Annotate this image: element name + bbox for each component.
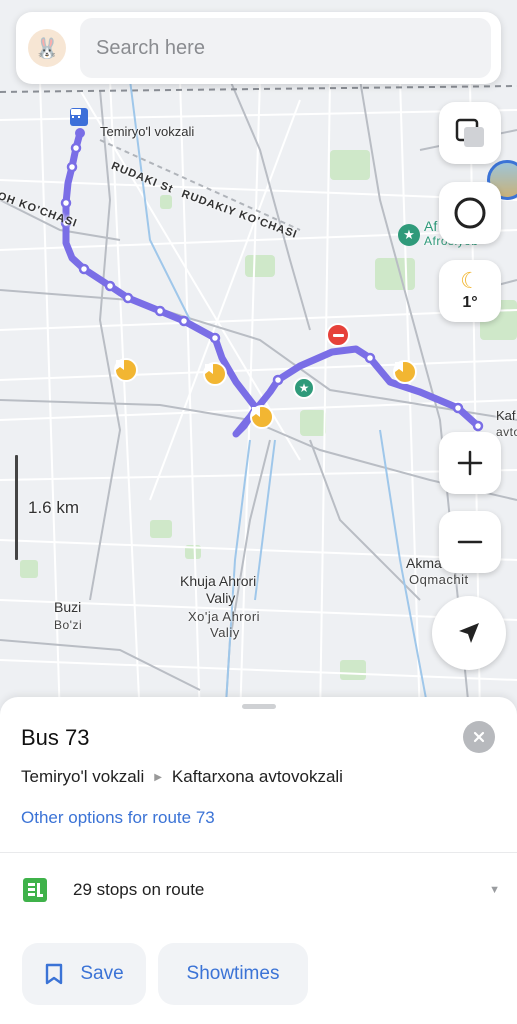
layers-icon xyxy=(455,118,484,147)
minus-icon xyxy=(457,540,483,544)
bookmark-pin-icon[interactable] xyxy=(114,358,138,382)
bookmark-icon xyxy=(46,963,63,985)
scale-bar xyxy=(15,455,18,560)
close-icon xyxy=(473,731,485,743)
map-label-xoja-2: Valiy xyxy=(210,625,240,640)
navigation-arrow-icon xyxy=(459,623,479,643)
map-label-kaf-1: Kaf xyxy=(496,408,516,423)
map-label-buzi-2: Bo'zi xyxy=(54,618,83,632)
map-label-khuja-2: Valiy xyxy=(206,590,236,606)
bookmark-pin-icon[interactable] xyxy=(203,362,227,386)
zoom-out-button[interactable] xyxy=(439,511,501,573)
profile-button[interactable] xyxy=(439,182,501,244)
from-stop: Temiryo'l vokzali xyxy=(21,767,145,786)
route-title: Bus 73 xyxy=(21,725,90,750)
map-label-afrosiyob-1: Af xyxy=(424,218,438,234)
avatar[interactable]: 🐰 xyxy=(28,29,66,67)
map-label-buzi-1: Buzi xyxy=(54,599,82,615)
bus-station-icon[interactable] xyxy=(70,108,88,126)
bus-stop-icon xyxy=(23,878,47,902)
map-label-khuja-1: Khuja Ahrori xyxy=(180,573,257,589)
rabbit-icon: 🐰 xyxy=(34,37,60,60)
to-stop: Kaftarxona avtovokzali xyxy=(171,767,343,786)
chevron-down-icon: ▼ xyxy=(489,884,500,896)
bookmark-pin-icon[interactable] xyxy=(250,405,274,429)
other-options-link[interactable]: Other options for route 73 xyxy=(21,808,215,828)
divider xyxy=(0,852,517,853)
zoom-in-button[interactable] xyxy=(439,432,501,494)
map-label-station: Temiryo'l vokzali xyxy=(100,124,195,139)
stops-count: 29 stops on route xyxy=(73,880,205,899)
save-label: Save xyxy=(80,963,124,984)
map-label-kaf-2: avto xyxy=(496,425,517,439)
circle-icon xyxy=(454,197,486,229)
weather-temp: 1° xyxy=(462,294,478,311)
showtimes-button[interactable]: Showtimes xyxy=(158,943,308,1005)
search-input[interactable] xyxy=(80,18,491,78)
my-location-button[interactable] xyxy=(432,596,506,670)
stops-row[interactable]: 29 stops on route ▼ xyxy=(22,877,500,903)
star-poi-icon[interactable]: ★ xyxy=(398,224,420,246)
bookmark-pin-icon[interactable] xyxy=(393,360,417,384)
sheet-grabber[interactable] xyxy=(242,704,276,709)
map-label-xoja-1: Xo'ja Ahrori xyxy=(188,609,261,624)
moon-icon: ☾ xyxy=(460,268,480,293)
map-label-akmachit-2: Oqmachit xyxy=(409,572,469,587)
layers-button[interactable] xyxy=(439,102,501,164)
triangle-right-icon: ▶ xyxy=(154,771,162,783)
route-bottom-sheet: Bus 73 Temiryo'l vokzali ▶ Kaftarxona av… xyxy=(0,697,517,1024)
weather-button[interactable]: ☾ 1° xyxy=(439,260,501,322)
plus-icon xyxy=(457,450,483,476)
search-bar: 🐰 xyxy=(16,12,501,84)
showtimes-label: Showtimes xyxy=(186,963,280,984)
close-button[interactable] xyxy=(463,721,495,753)
route-endpoints: Temiryo'l vokzali ▶ Kaftarxona avtovokza… xyxy=(21,767,343,787)
scale-label: 1.6 km xyxy=(28,498,80,517)
no-entry-icon[interactable] xyxy=(326,323,350,347)
star-poi-icon[interactable]: ★ xyxy=(293,377,315,399)
save-button[interactable]: Save xyxy=(22,943,146,1005)
